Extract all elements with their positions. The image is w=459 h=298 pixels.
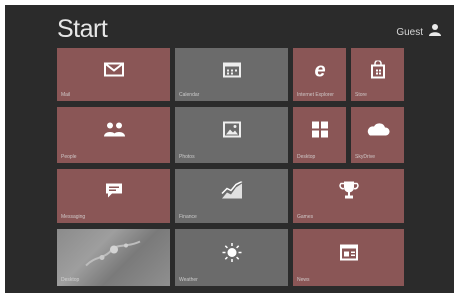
- tile-photos[interactable]: Photos: [175, 107, 288, 163]
- svg-text:e: e: [314, 59, 325, 80]
- trophy-icon: [338, 181, 359, 206]
- user-name: Guest: [396, 27, 423, 38]
- tile-games[interactable]: Games: [293, 169, 404, 223]
- tile-weather[interactable]: Weather: [175, 229, 288, 286]
- tile-label: Weather: [179, 277, 198, 283]
- tile-messaging[interactable]: Messaging: [57, 169, 170, 223]
- tile-label: Calendar: [179, 92, 200, 98]
- tile-label: Messaging: [61, 214, 86, 220]
- windows-icon: [311, 121, 329, 144]
- mail-icon: [103, 62, 124, 81]
- tile-calendar[interactable]: Calendar: [175, 48, 288, 101]
- tile-label: Store: [355, 92, 367, 98]
- tile-label: Games: [297, 214, 314, 220]
- tile-windows[interactable]: Desktop: [293, 107, 346, 163]
- tile-skydrive[interactable]: SkyDrive: [351, 107, 404, 163]
- start-title: Start: [57, 15, 108, 43]
- chart-icon: [220, 181, 243, 205]
- cloud-icon: [366, 123, 390, 142]
- tile-desktop[interactable]: Desktop: [57, 229, 170, 286]
- tile-people[interactable]: People: [57, 107, 170, 163]
- calendar-icon: [222, 61, 241, 82]
- tile-label: SkyDrive: [355, 154, 376, 160]
- tile-internet-explorer[interactable]: e Internet Explorer: [293, 48, 346, 101]
- people-icon: [102, 122, 126, 143]
- tile-label: Desktop: [297, 154, 316, 160]
- tile-label: Photos: [179, 154, 195, 160]
- chat-icon: [105, 183, 123, 204]
- photos-icon: [222, 121, 241, 143]
- news-icon: [339, 244, 358, 265]
- sun-icon: [222, 242, 242, 267]
- tile-label: Internet Explorer: [297, 92, 334, 98]
- tile-finance[interactable]: Finance: [175, 169, 288, 223]
- user-avatar-icon: [428, 23, 442, 42]
- picture-icon: [84, 237, 144, 272]
- tile-label: People: [61, 154, 77, 160]
- tile-label: Mail: [61, 92, 71, 98]
- tile-label: Desktop: [61, 277, 80, 283]
- tile-label: News: [297, 277, 310, 283]
- internet-explorer-icon: e: [309, 58, 331, 85]
- user-account[interactable]: Guest: [396, 23, 442, 42]
- tile-mail[interactable]: Mail: [57, 48, 170, 101]
- tile-store[interactable]: Store: [351, 48, 404, 101]
- tile-news[interactable]: News: [293, 229, 404, 286]
- tile-label: Finance: [179, 214, 197, 220]
- store-icon: [370, 59, 386, 83]
- start-screen: Start Guest Mail Calendar e Internet Exp…: [5, 5, 454, 293]
